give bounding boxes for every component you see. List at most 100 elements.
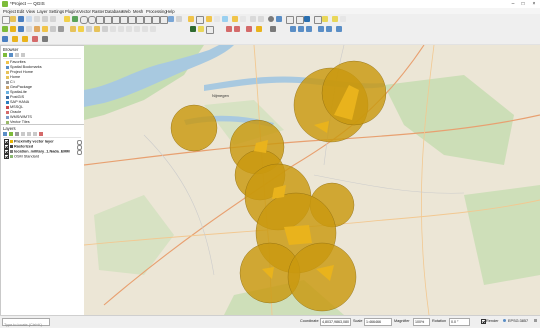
- menu-database[interactable]: Database: [105, 9, 123, 14]
- add-wms-icon[interactable]: [58, 26, 64, 32]
- browser-item-home[interactable]: Home: [6, 75, 20, 79]
- save-project-icon[interactable]: [18, 16, 24, 22]
- expand-all-icon[interactable]: [27, 132, 31, 136]
- gps-center-icon[interactable]: [336, 26, 342, 32]
- add-selected-icon[interactable]: [3, 53, 7, 57]
- zoom-full-icon[interactable]: [104, 16, 112, 24]
- undo-icon[interactable]: [142, 26, 148, 32]
- zoom-out-icon[interactable]: [88, 16, 96, 24]
- rotation-field[interactable]: 0.0 °: [449, 318, 470, 326]
- gps-add-vertex-icon[interactable]: [318, 26, 324, 32]
- print-layout-icon[interactable]: [34, 16, 40, 22]
- zoom-native-icon[interactable]: [128, 16, 136, 24]
- add-delimited-text-icon[interactable]: [34, 26, 40, 32]
- select-by-expression-icon[interactable]: [240, 16, 246, 22]
- more-tools-icon[interactable]: [340, 16, 346, 22]
- identify-icon[interactable]: [188, 16, 194, 22]
- filter-browser-icon[interactable]: [15, 53, 19, 57]
- new-map-view-icon[interactable]: [152, 16, 160, 24]
- magnifier-field[interactable]: 100%: [413, 318, 430, 326]
- select-by-value-icon[interactable]: [232, 16, 238, 22]
- browser-item-oracle[interactable]: Oracle: [6, 110, 21, 114]
- map-canvas[interactable]: Nijmegen: [84, 45, 540, 315]
- paste-features-icon[interactable]: [134, 26, 140, 32]
- zoom-layer-icon[interactable]: [120, 16, 128, 24]
- pan-to-selection-icon[interactable]: [72, 16, 78, 22]
- menu-project[interactable]: Project: [3, 9, 16, 14]
- data-source-manager-icon[interactable]: [2, 26, 8, 32]
- map-tips-icon[interactable]: [286, 16, 294, 24]
- close-icon[interactable]: ×: [529, 0, 539, 8]
- menu-view[interactable]: View: [26, 9, 35, 14]
- change-label-icon[interactable]: [246, 26, 252, 32]
- locator-search-input[interactable]: Type to locate (Ctrl+K): [2, 318, 50, 327]
- menu-edit[interactable]: Edit: [17, 9, 24, 14]
- select-features-icon[interactable]: [206, 16, 212, 22]
- add-group-icon[interactable]: [9, 132, 13, 136]
- filter-legend-icon[interactable]: [21, 132, 25, 136]
- menu-raster[interactable]: Raster: [92, 9, 104, 14]
- add-spatialite-icon[interactable]: [42, 26, 48, 32]
- python-console-icon[interactable]: [276, 16, 282, 22]
- zoom-rubberband-icon[interactable]: [96, 16, 104, 24]
- annotation-icon[interactable]: [314, 16, 322, 24]
- gps-reset-icon[interactable]: [326, 26, 332, 32]
- move-label-icon[interactable]: [226, 26, 232, 32]
- add-mesh-layer-icon[interactable]: [26, 26, 32, 32]
- coordinate-field[interactable]: 4,8037,9863,080: [320, 318, 351, 326]
- menu-web[interactable]: Web: [122, 9, 131, 14]
- toggle-editing-icon[interactable]: [78, 26, 84, 32]
- browser-item-c-drive[interactable]: C:\: [6, 80, 15, 84]
- zoom-in-icon[interactable]: [80, 16, 88, 24]
- browser-item-postgis[interactable]: PostGIS: [6, 95, 24, 99]
- plugin-3-icon[interactable]: [22, 36, 28, 42]
- maximize-icon[interactable]: □: [518, 0, 528, 8]
- move-diagram-icon[interactable]: [270, 26, 276, 32]
- show-hide-labels-icon[interactable]: [256, 26, 262, 32]
- browser-item-favorites[interactable]: Favorites: [6, 60, 26, 64]
- collapse-all-layers-icon[interactable]: [33, 132, 37, 136]
- cut-features-icon[interactable]: [118, 26, 124, 32]
- digitize-icon[interactable]: [94, 26, 100, 32]
- layer-visibility-checkbox[interactable]: [4, 154, 9, 159]
- layer-indicator-icon[interactable]: [77, 150, 82, 155]
- browser-item-mssql[interactable]: MSSQL: [6, 105, 23, 109]
- label-toolbar-icon[interactable]: [190, 26, 196, 32]
- open-layer-styling-icon[interactable]: [3, 132, 7, 136]
- browser-item-sap-hana[interactable]: SAP HANA: [6, 100, 29, 104]
- collapse-all-icon[interactable]: [21, 53, 25, 57]
- rotate-label-icon[interactable]: [234, 26, 240, 32]
- crs-globe-icon[interactable]: [503, 319, 506, 322]
- new-project-icon[interactable]: [2, 16, 10, 24]
- crs-label[interactable]: EPSG:3857: [508, 319, 528, 323]
- refresh-browser-icon[interactable]: [9, 53, 13, 57]
- delete-selected-icon[interactable]: [110, 26, 116, 32]
- scale-field[interactable]: 1:466466: [364, 318, 392, 326]
- open-project-icon[interactable]: [10, 16, 16, 22]
- copy-features-icon[interactable]: [126, 26, 132, 32]
- add-vector-layer-icon[interactable]: [10, 26, 16, 32]
- browser-item-spatial-bookmarks[interactable]: Spatial Bookmarks: [6, 65, 42, 69]
- menu-mesh[interactable]: Mesh: [133, 9, 143, 14]
- zoom-selection-icon[interactable]: [112, 16, 120, 24]
- refresh-icon[interactable]: [176, 16, 182, 22]
- menu-settings[interactable]: Settings: [49, 9, 64, 14]
- menu-vector[interactable]: Vector: [79, 9, 91, 14]
- menu-processing[interactable]: Processing: [146, 9, 167, 14]
- browser-item-wms[interactable]: WMS/WMTS: [6, 115, 32, 119]
- menu-layer[interactable]: Layer: [37, 9, 47, 14]
- style-manager-icon[interactable]: [50, 16, 56, 22]
- menu-help[interactable]: Help: [166, 9, 175, 14]
- label-icon[interactable]: [332, 16, 338, 22]
- show-bookmarks-icon[interactable]: [304, 16, 310, 22]
- text-annotation-icon[interactable]: [322, 16, 328, 22]
- add-raster-layer-icon[interactable]: [18, 26, 24, 32]
- browser-item-geopackage[interactable]: GeoPackage: [6, 85, 32, 89]
- remove-layer-icon[interactable]: [39, 132, 43, 136]
- save-as-icon[interactable]: [26, 16, 32, 22]
- browser-item-project-home[interactable]: Project Home: [6, 70, 33, 74]
- select-dropdown-icon[interactable]: [214, 16, 220, 22]
- statistics-icon[interactable]: [258, 16, 264, 22]
- zoom-last-icon[interactable]: [136, 16, 144, 24]
- plugin-4-icon[interactable]: [32, 36, 38, 42]
